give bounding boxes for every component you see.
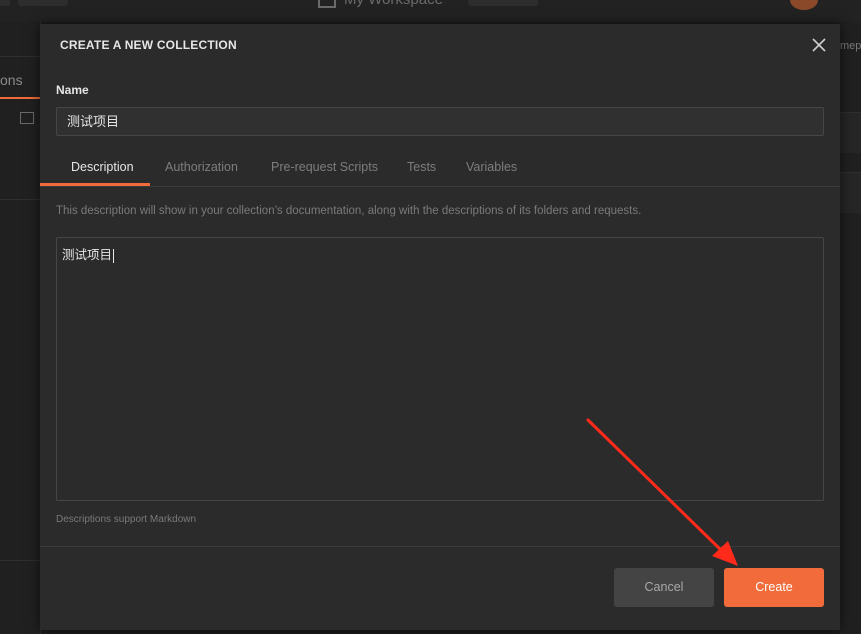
background-fragment-text: mep: [840, 40, 861, 52]
background-invite-pill: [468, 0, 538, 6]
background-sidebar: ons: [0, 22, 41, 634]
new-collection-icon: [20, 112, 34, 124]
background-tab: [0, 0, 10, 6]
description-help-text: This description will show in your colle…: [56, 205, 642, 217]
tab-tests[interactable]: Tests: [407, 160, 436, 174]
tab-description[interactable]: Description: [71, 160, 134, 174]
modal-tabs: Description Authorization Pre-request Sc…: [40, 154, 840, 187]
sidebar-tab-collections: ons: [0, 72, 23, 88]
tab-authorization[interactable]: Authorization: [165, 160, 238, 174]
name-label: Name: [56, 83, 89, 97]
workspace-label: My Workspace: [344, 0, 443, 8]
avatar: [790, 0, 818, 10]
tab-variables[interactable]: Variables: [466, 160, 517, 174]
background-block: [840, 172, 861, 213]
cancel-button[interactable]: Cancel: [614, 568, 714, 607]
footer-divider: [40, 546, 840, 547]
divider: [0, 199, 40, 200]
background-tab: [18, 0, 68, 6]
description-textarea[interactable]: 测试项目: [56, 237, 824, 501]
markdown-note: Descriptions support Markdown: [56, 514, 197, 525]
modal-title: CREATE A NEW COLLECTION: [60, 38, 237, 52]
name-input[interactable]: 测试项目: [56, 107, 824, 136]
create-collection-modal: CREATE A NEW COLLECTION Name 测试项目 Descri…: [40, 24, 840, 630]
description-text: 测试项目: [62, 248, 113, 262]
divider: [0, 56, 40, 57]
workspace-icon: [318, 0, 336, 8]
divider: [0, 560, 40, 561]
sidebar-tab-underline: [0, 97, 40, 99]
text-cursor: [113, 248, 115, 263]
background-right-panel: mep: [840, 22, 861, 634]
close-icon[interactable]: [810, 36, 828, 54]
background-block: [840, 112, 861, 153]
tab-pre-request-scripts[interactable]: Pre-request Scripts: [271, 160, 378, 174]
create-button[interactable]: Create: [724, 568, 824, 607]
active-tab-indicator: [40, 183, 150, 186]
background-top-bar: My Workspace: [0, 0, 861, 22]
